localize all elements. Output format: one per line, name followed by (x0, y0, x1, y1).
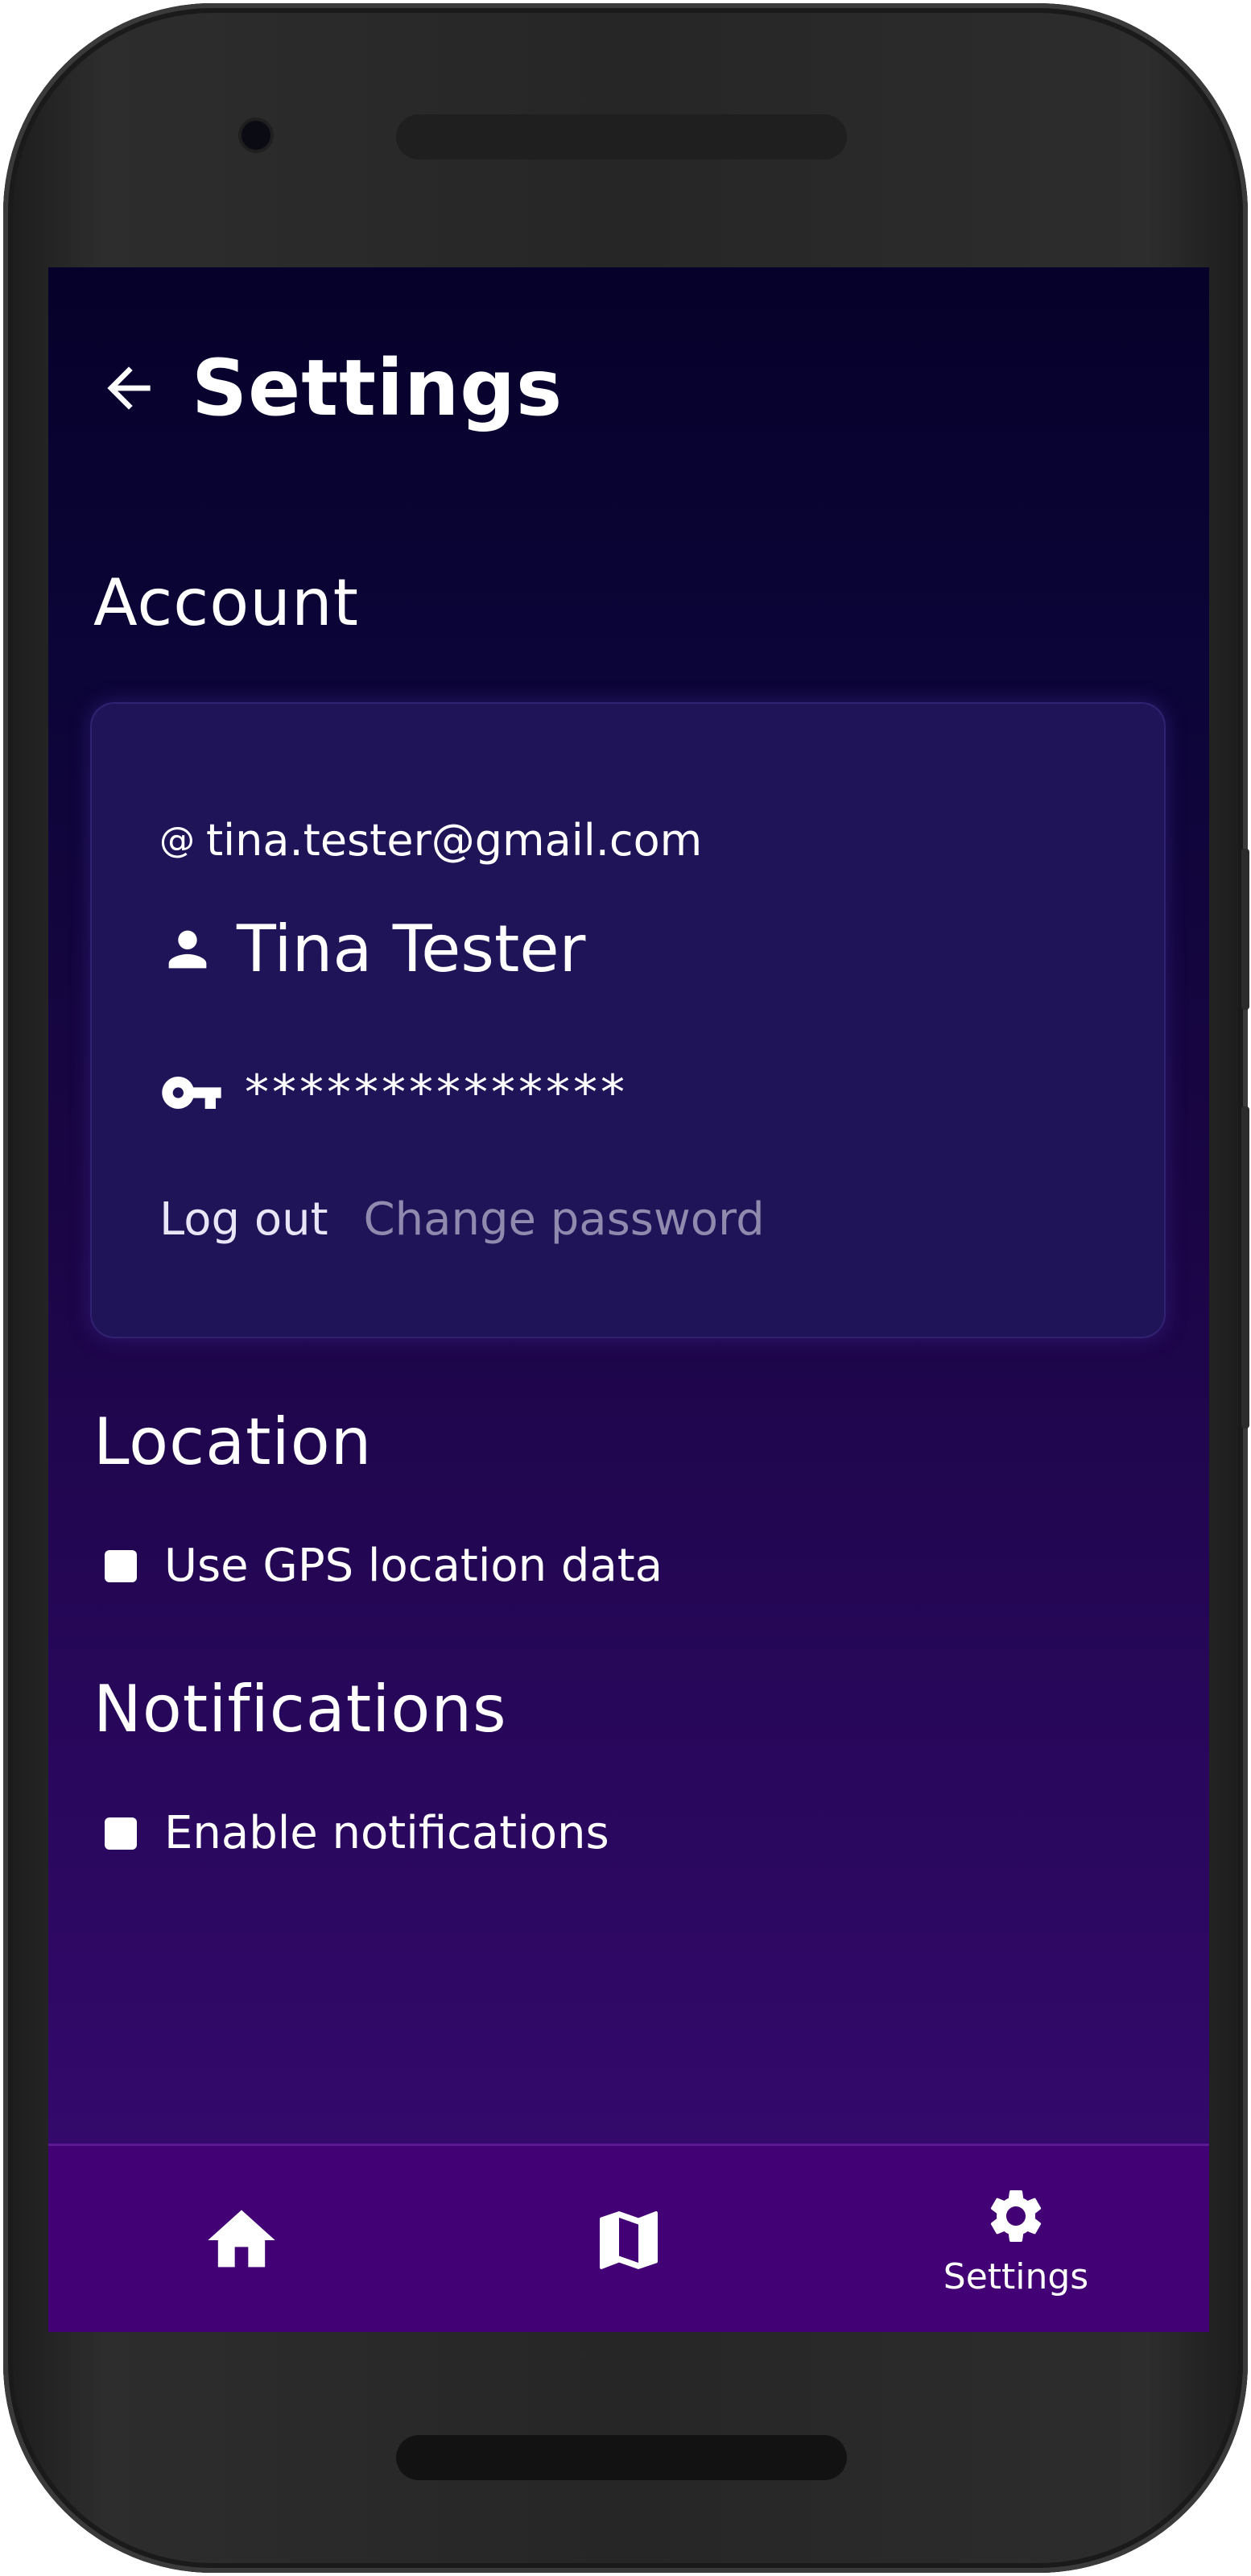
logout-button[interactable]: Log out (159, 1193, 328, 1246)
nav-map[interactable] (484, 2146, 774, 2332)
masked-password: ************** (245, 1065, 628, 1121)
earpiece-speaker (396, 114, 847, 159)
gps-option: Use GPS location data (105, 1540, 663, 1592)
notifications-option: Enable notifications (105, 1807, 609, 1859)
page-title: Settings (192, 343, 564, 433)
home-icon (208, 2210, 275, 2268)
gear-icon (990, 2189, 1042, 2242)
nav-settings-label: Settings (943, 2256, 1089, 2297)
map-icon (600, 2211, 658, 2269)
nav-home[interactable] (97, 2146, 386, 2332)
account-email: tina.tester@gmail.com (206, 815, 703, 866)
at-sign-icon: @ (159, 820, 195, 861)
nav-settings[interactable]: Settings (871, 2146, 1161, 2332)
notifications-checkbox[interactable] (105, 1817, 137, 1850)
gps-checkbox[interactable] (105, 1549, 137, 1582)
bottom-navigation: Settings (48, 2144, 1209, 2332)
app-header: Settings (97, 340, 563, 436)
name-row: Tina Tester (159, 912, 585, 986)
account-name: Tina Tester (237, 912, 586, 986)
bottom-speaker (396, 2435, 847, 2480)
account-actions: Log out Change password (159, 1193, 765, 1246)
account-card: @ tina.tester@gmail.com Tina Tester ****… (90, 702, 1166, 1338)
person-icon (168, 930, 207, 968)
notifications-label: Enable notifications (164, 1807, 609, 1859)
app-screen: Settings Account @ tina.tester@gmail.com… (48, 267, 1209, 2332)
volume-button (1241, 1106, 1249, 1429)
key-icon (162, 1077, 221, 1109)
front-camera (242, 121, 270, 150)
email-row: @ tina.tester@gmail.com (159, 815, 702, 866)
account-section-title: Account (93, 565, 360, 640)
notifications-section-title: Notifications (93, 1672, 507, 1747)
gps-label: Use GPS location data (164, 1540, 663, 1592)
password-row: ************** (159, 1061, 628, 1125)
back-arrow-icon[interactable] (97, 356, 161, 420)
location-section-title: Location (93, 1404, 373, 1479)
change-password-button[interactable]: Change password (364, 1193, 765, 1246)
power-button (1241, 849, 1249, 1010)
phone-frame: Settings Account @ tina.tester@gmail.com… (3, 3, 1249, 2573)
